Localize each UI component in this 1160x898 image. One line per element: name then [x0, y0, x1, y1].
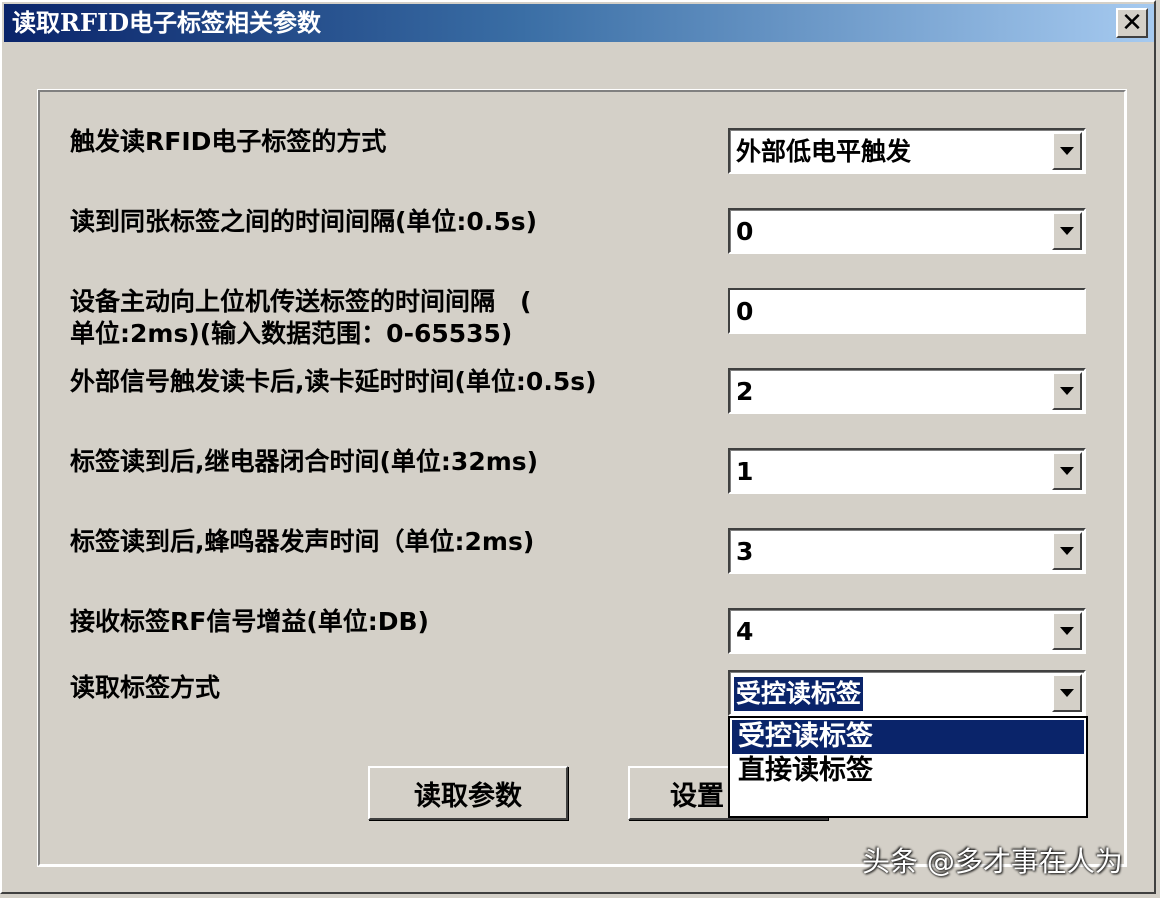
read-mode-dropdown-list: 受控读标签 直接读标签 — [728, 716, 1088, 818]
label-upload-interval-line1: 设备主动向上位机传送标签的时间间隔 ( — [70, 287, 532, 316]
label-upload-interval-line2: 单位:2ms)(输入数据范围：0-65535) — [70, 319, 513, 348]
chevron-down-icon[interactable] — [1052, 674, 1082, 712]
read-delay-select[interactable]: 2 — [728, 368, 1086, 414]
trigger-mode-select[interactable]: 外部低电平触发 — [728, 128, 1086, 174]
label-same-tag-interval: 读到同张标签之间的时间间隔(单位:0.5s) — [70, 207, 538, 236]
watermark: 头条 @多才事在人为 — [862, 845, 1123, 878]
close-icon: ✕ — [1121, 8, 1143, 38]
label-relay-time: 标签读到后,继电器闭合时间(单位:32ms) — [70, 447, 539, 476]
buzzer-time-select[interactable]: 3 — [728, 528, 1086, 574]
label-rf-gain: 接收标签RF信号增益(单位:DB) — [70, 607, 429, 636]
title-bar[interactable]: 读取RFID电子标签相关参数 ✕ — [4, 4, 1154, 42]
window-title: 读取RFID电子标签相关参数 — [12, 8, 322, 37]
dialog-window: 读取RFID电子标签相关参数 ✕ 触发读RFID电子标签的方式 外部低电平触发 … — [0, 0, 1156, 894]
upload-interval-value: 0 — [736, 297, 754, 326]
read-params-button[interactable]: 读取参数 — [368, 766, 568, 820]
read-mode-value: 受控读标签 — [734, 677, 864, 711]
chevron-down-icon[interactable] — [1052, 212, 1082, 250]
label-trigger-mode: 触发读RFID电子标签的方式 — [70, 127, 387, 156]
label-read-delay: 外部信号触发读卡后,读卡延时时间(单位:0.5s) — [70, 367, 597, 396]
relay-time-select[interactable]: 1 — [728, 448, 1086, 494]
buzzer-time-value: 3 — [736, 537, 754, 566]
rf-gain-select[interactable]: 4 — [728, 608, 1086, 654]
chevron-down-icon[interactable] — [1052, 372, 1082, 410]
chevron-down-icon[interactable] — [1052, 452, 1082, 490]
close-button[interactable]: ✕ — [1116, 8, 1148, 38]
trigger-mode-value: 外部低电平触发 — [736, 137, 912, 166]
upload-interval-input[interactable]: 0 — [728, 288, 1086, 334]
dropdown-option-direct[interactable]: 直接读标签 — [732, 754, 1084, 788]
chevron-down-icon[interactable] — [1052, 532, 1082, 570]
label-read-mode: 读取标签方式 — [70, 673, 221, 702]
rf-gain-value: 4 — [736, 617, 754, 646]
label-buzzer-time: 标签读到后,蜂鸣器发声时间（单位:2ms) — [70, 527, 535, 556]
same-tag-interval-select[interactable]: 0 — [728, 208, 1086, 254]
relay-time-value: 1 — [736, 457, 754, 486]
dropdown-option-controlled[interactable]: 受控读标签 — [732, 720, 1084, 754]
same-tag-interval-value: 0 — [736, 217, 754, 246]
chevron-down-icon[interactable] — [1052, 132, 1082, 170]
chevron-down-icon[interactable] — [1052, 612, 1082, 650]
read-mode-select[interactable]: 受控读标签 — [728, 670, 1086, 716]
read-delay-value: 2 — [736, 377, 754, 406]
